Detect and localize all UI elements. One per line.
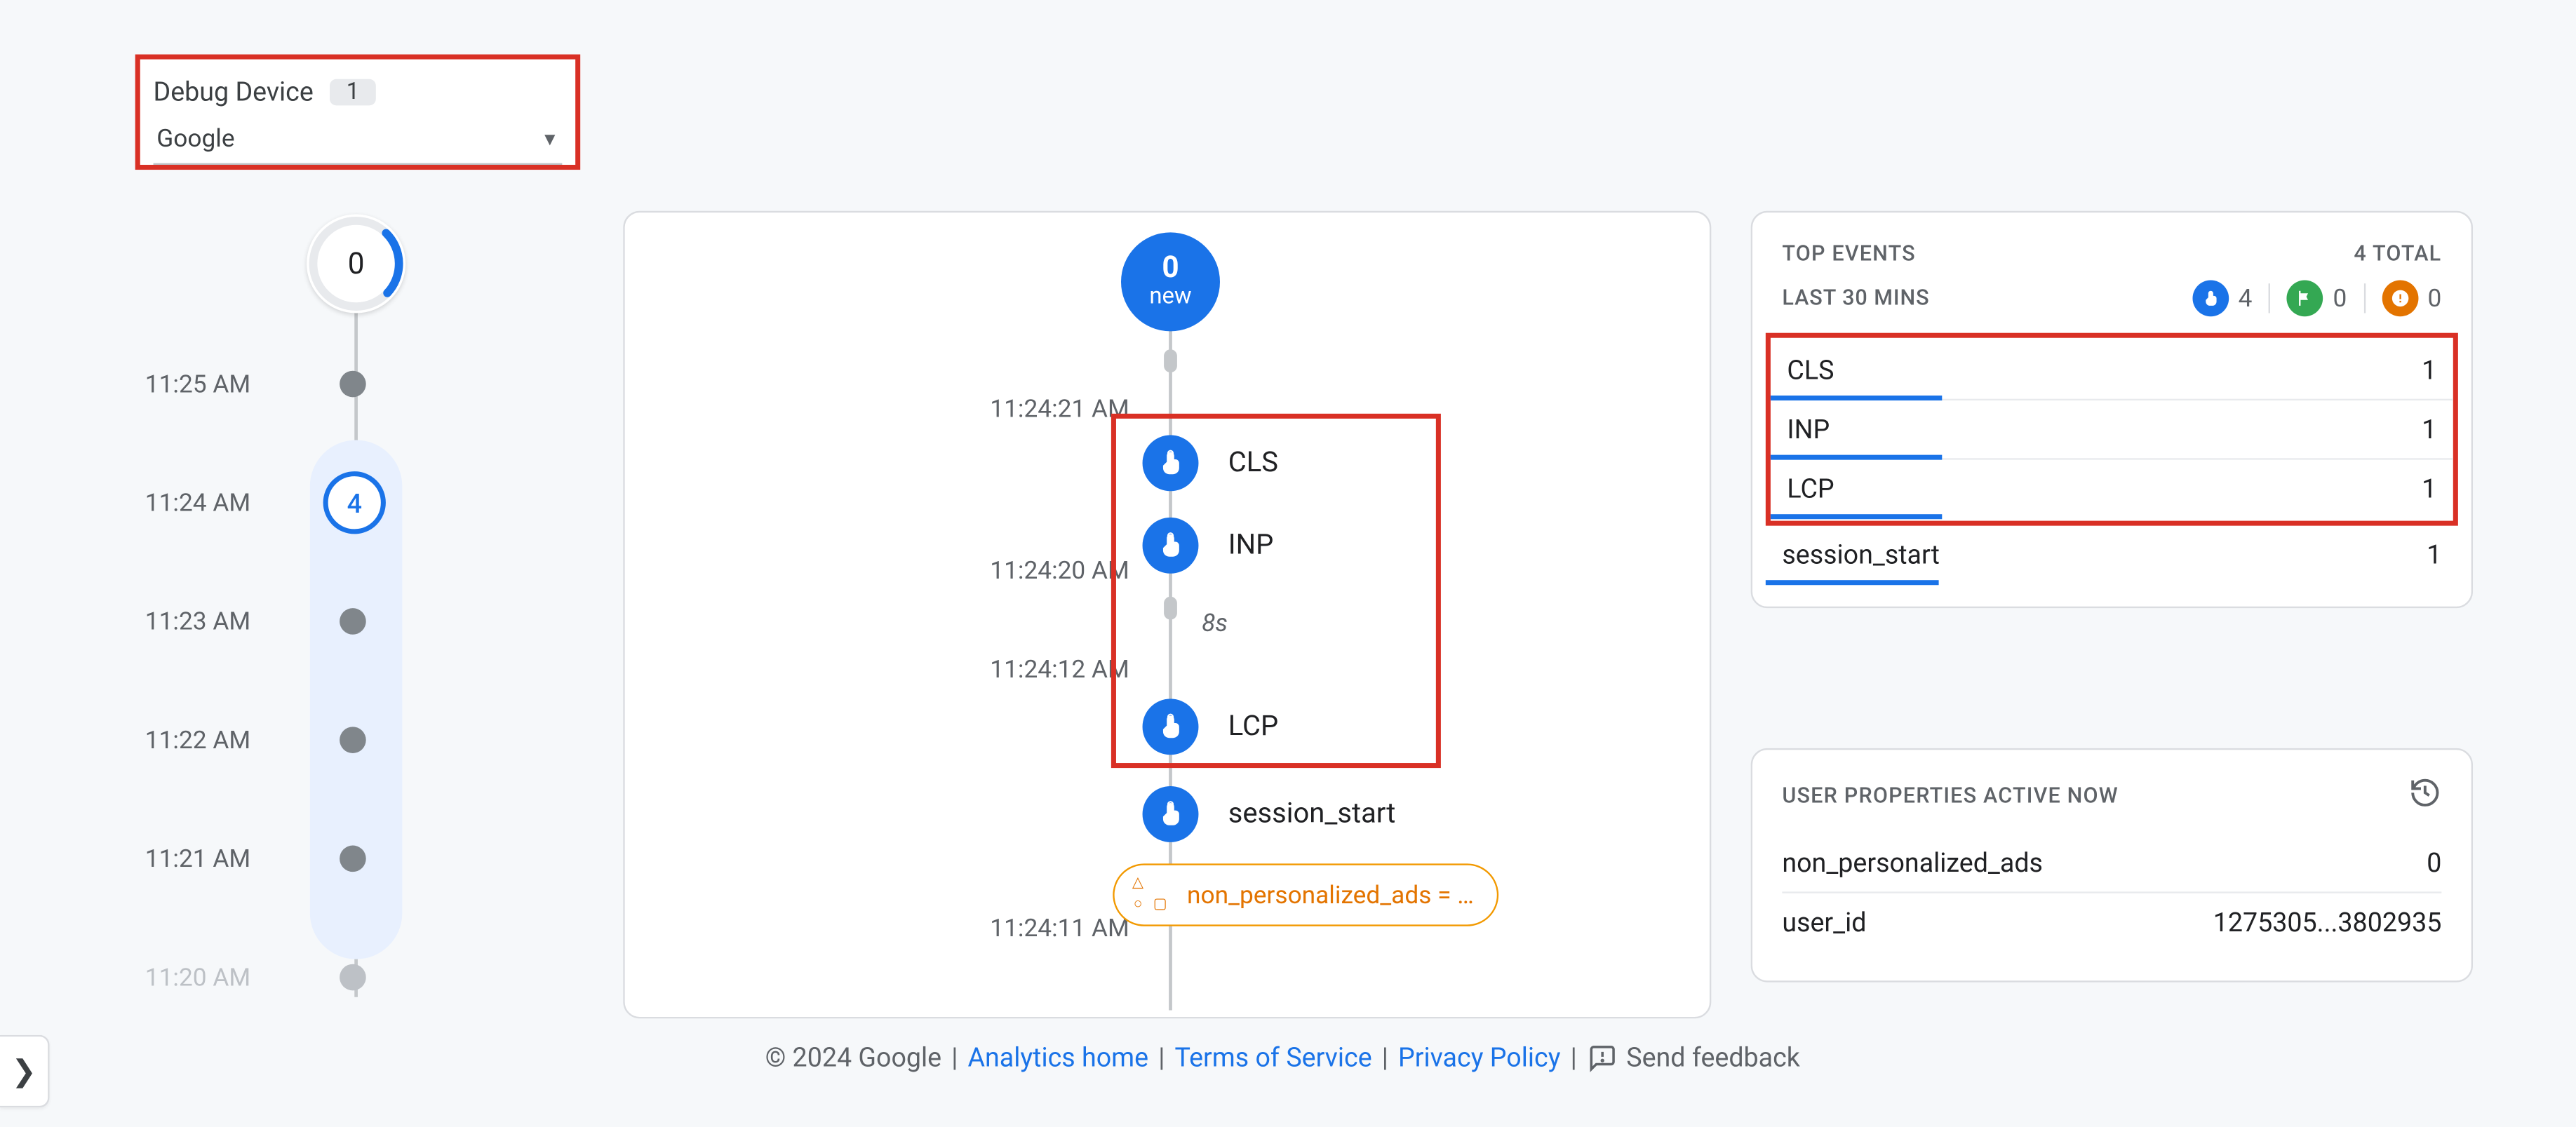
minute-label: 11:20 AM (145, 962, 294, 992)
touch-events-count: 4 (2192, 280, 2253, 316)
top-event-bar (1771, 514, 1941, 519)
debug-device-count-badge: 1 (330, 79, 376, 105)
minute-label: 11:25 AM (145, 369, 294, 398)
top-event-name: INP (1787, 414, 1830, 445)
top-event-count: 1 (2422, 354, 2436, 386)
user-properties-title: USER PROPERTIES ACTIVE NOW (1782, 785, 2118, 809)
event-timestamp: 11:24:11 AM (990, 913, 1129, 943)
minute-dot-icon (340, 608, 366, 635)
send-feedback-button[interactable]: Send feedback (1587, 1041, 1800, 1073)
event-label: LCP (1228, 710, 1278, 743)
user-property-value: 0 (2427, 847, 2441, 879)
event-row-cls[interactable]: CLS (1143, 435, 1278, 491)
event-row-inp[interactable]: INP (1143, 518, 1274, 574)
event-row-lcp[interactable]: LCP (1143, 699, 1279, 755)
minute-row[interactable]: 11:24 AM 4 (145, 443, 574, 562)
top-event-bar (1771, 396, 1941, 400)
chevron-right-icon: ❯ (11, 1054, 36, 1088)
footer-privacy-link[interactable]: Privacy Policy (1398, 1041, 1560, 1073)
minute-row[interactable]: 11:22 AM (145, 681, 574, 799)
event-timestamp: 11:24:21 AM (990, 394, 1129, 424)
top-event-count: 1 (2427, 539, 2441, 570)
history-icon[interactable] (2408, 776, 2441, 818)
new-events-count: 0 (1162, 254, 1179, 283)
touch-event-icon (1143, 786, 1199, 842)
stream-gap-pill (1164, 349, 1177, 372)
top-event-name: CLS (1787, 354, 1834, 386)
flag-icon (2287, 280, 2323, 316)
minute-row[interactable]: 11:23 AM (145, 562, 574, 680)
touch-event-icon (2192, 280, 2229, 316)
top-events-sublabel: LAST 30 MINS (1782, 286, 1929, 311)
debug-device-label: Debug Device (154, 76, 314, 107)
top-event-bar (1766, 580, 1939, 585)
minute-timeline: 0 11:25 AM 11:24 AM 4 11:23 AM 11:22 AM … (145, 222, 574, 1013)
touch-event-icon (1143, 518, 1199, 574)
event-label: CLS (1228, 447, 1278, 480)
event-timestamp: 11:24:20 AM (990, 555, 1129, 585)
realtime-spinner: 0 (307, 215, 405, 313)
minute-dot-icon (340, 846, 366, 872)
expand-panel-button[interactable]: ❯ (0, 1035, 50, 1107)
event-label: INP (1228, 529, 1274, 562)
minute-label: 11:22 AM (145, 725, 294, 755)
minute-label: 11:24 AM (145, 488, 294, 518)
user-property-name: user_id (1782, 907, 1866, 938)
minute-label: 11:21 AM (145, 844, 294, 873)
top-events-title: TOP EVENTS (1782, 242, 1915, 266)
top-event-row[interactable]: CLS 1 (1771, 341, 2453, 400)
chevron-down-icon: ▼ (541, 128, 559, 149)
highlighted-top-events-box: CLS 1 INP 1 LCP 1 (1766, 333, 2458, 526)
send-feedback-label: Send feedback (1626, 1041, 1800, 1073)
user-properties-card: USER PROPERTIES ACTIVE NOW non_personali… (1751, 748, 2473, 983)
minute-row[interactable]: 11:25 AM (145, 325, 574, 443)
page-footer: © 2024 Google | Analytics home | Terms o… (623, 1041, 1942, 1073)
user-property-row[interactable]: user_id 1275305...3802935 (1782, 893, 2441, 951)
user-property-row[interactable]: non_personalized_ads 0 (1782, 834, 2441, 893)
footer-terms-link[interactable]: Terms of Service (1174, 1041, 1371, 1073)
new-events-bubble[interactable]: 0 new (1121, 232, 1220, 331)
event-stream-card: 0 new 11:24:21 AM 11:24:20 AM 11:24:12 A… (623, 211, 1711, 1019)
event-label: session_start (1228, 797, 1396, 830)
error-events-count: 0 (2382, 280, 2442, 316)
top-event-row[interactable]: INP 1 (1771, 400, 2453, 460)
shapes-icon: △○▢ (1127, 874, 1170, 917)
minute-label: 11:23 AM (145, 607, 294, 636)
event-row-session-start[interactable]: session_start (1143, 786, 1396, 842)
user-property-value: 1275305...3802935 (2213, 907, 2442, 938)
debug-device-dropdown[interactable]: Google ▼ (154, 117, 563, 165)
top-event-name: session_start (1782, 539, 1940, 570)
minute-dot-icon (340, 964, 366, 991)
feedback-icon (1587, 1042, 1616, 1072)
top-event-count: 1 (2422, 414, 2436, 445)
stream-gap-pill (1164, 597, 1177, 620)
error-icon (2382, 280, 2418, 316)
minute-row[interactable]: 11:20 AM (145, 918, 574, 1037)
footer-analytics-home-link[interactable]: Analytics home (967, 1041, 1148, 1073)
event-timestamp: 11:24:12 AM (990, 654, 1129, 684)
top-event-row[interactable]: session_start 1 (1766, 526, 2458, 583)
new-events-label: new (1149, 283, 1191, 310)
top-events-total: 4 TOTAL (2354, 242, 2441, 266)
top-event-bar (1771, 455, 1941, 460)
debug-device-selector[interactable]: Debug Device 1 Google ▼ (135, 55, 580, 170)
user-property-name: non_personalized_ads (1782, 847, 2043, 879)
footer-copyright: © 2024 Google (765, 1041, 941, 1073)
minute-row[interactable]: 11:21 AM (145, 799, 574, 918)
user-property-pill-label: non_personalized_ads = … (1187, 880, 1474, 910)
top-event-name: LCP (1787, 473, 1834, 504)
top-events-card: TOP EVENTS 4 TOTAL LAST 30 MINS 4 0 (1751, 211, 2473, 608)
top-events-type-counts: 4 0 0 (2192, 280, 2442, 316)
user-property-pill[interactable]: △○▢ non_personalized_ads = … (1113, 863, 1498, 926)
minute-dot-icon (340, 371, 366, 398)
top-event-row[interactable]: LCP 1 (1771, 460, 2453, 518)
minute-count-badge: 4 (323, 471, 386, 534)
touch-event-icon (1143, 435, 1199, 491)
elapsed-gap-label: 8s (1202, 608, 1228, 637)
minute-dot-icon (340, 727, 366, 753)
conversion-events-count: 0 (2287, 280, 2347, 316)
debug-device-selected: Google (156, 123, 234, 153)
touch-event-icon (1143, 699, 1199, 755)
top-event-count: 1 (2422, 473, 2436, 504)
